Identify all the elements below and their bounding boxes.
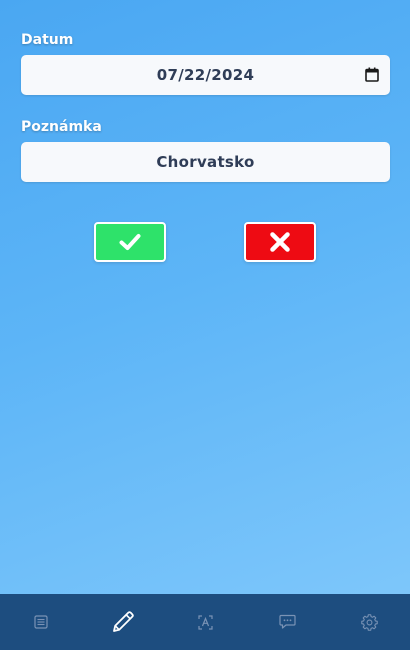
- check-icon: [119, 234, 141, 250]
- nav-item-list[interactable]: [0, 594, 82, 650]
- text-scan-icon: [197, 614, 213, 630]
- calendar-icon[interactable]: [365, 67, 379, 82]
- message-icon: [278, 614, 296, 629]
- pencil-icon: [113, 611, 134, 632]
- note-label: Poznámka: [21, 119, 102, 135]
- cancel-button[interactable]: [244, 222, 316, 262]
- date-label: Datum: [21, 32, 74, 48]
- gear-icon: [360, 613, 378, 631]
- confirm-button[interactable]: [94, 222, 166, 262]
- entry-form: Datum 07/22/2024 Poznámka Chorvatsko: [21, 32, 390, 182]
- nav-item-messages[interactable]: [246, 594, 328, 650]
- bottom-navigation: [0, 594, 410, 650]
- nav-item-settings[interactable]: [328, 594, 410, 650]
- nav-item-text-scan[interactable]: [164, 594, 246, 650]
- note-value: Chorvatsko: [156, 153, 255, 171]
- nav-item-edit[interactable]: [82, 594, 164, 650]
- note-input[interactable]: Chorvatsko: [21, 142, 390, 182]
- x-icon: [270, 232, 290, 252]
- date-input[interactable]: 07/22/2024: [21, 55, 390, 95]
- list-icon: [34, 615, 48, 629]
- date-value: 07/22/2024: [156, 66, 255, 84]
